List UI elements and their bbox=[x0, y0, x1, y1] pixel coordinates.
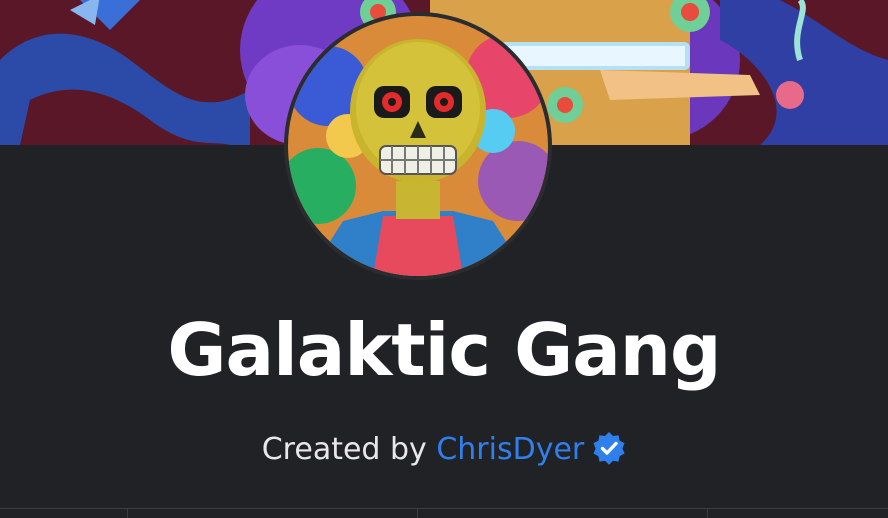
stat-cell bbox=[0, 509, 128, 518]
collection-title: Galaktic Gang bbox=[167, 308, 721, 392]
stat-cell bbox=[708, 509, 888, 518]
stat-cell bbox=[418, 509, 708, 518]
verified-badge-icon bbox=[592, 431, 626, 465]
stats-row bbox=[0, 508, 888, 518]
collection-avatar bbox=[288, 16, 548, 276]
creator-line: Created by ChrisDyer bbox=[0, 428, 888, 472]
collection-page: Galaktic Gang Created by ChrisDyer bbox=[0, 0, 888, 518]
created-by-label: Created by bbox=[261, 432, 437, 467]
stat-cell bbox=[128, 509, 418, 518]
creator-link[interactable]: ChrisDyer bbox=[436, 432, 584, 467]
